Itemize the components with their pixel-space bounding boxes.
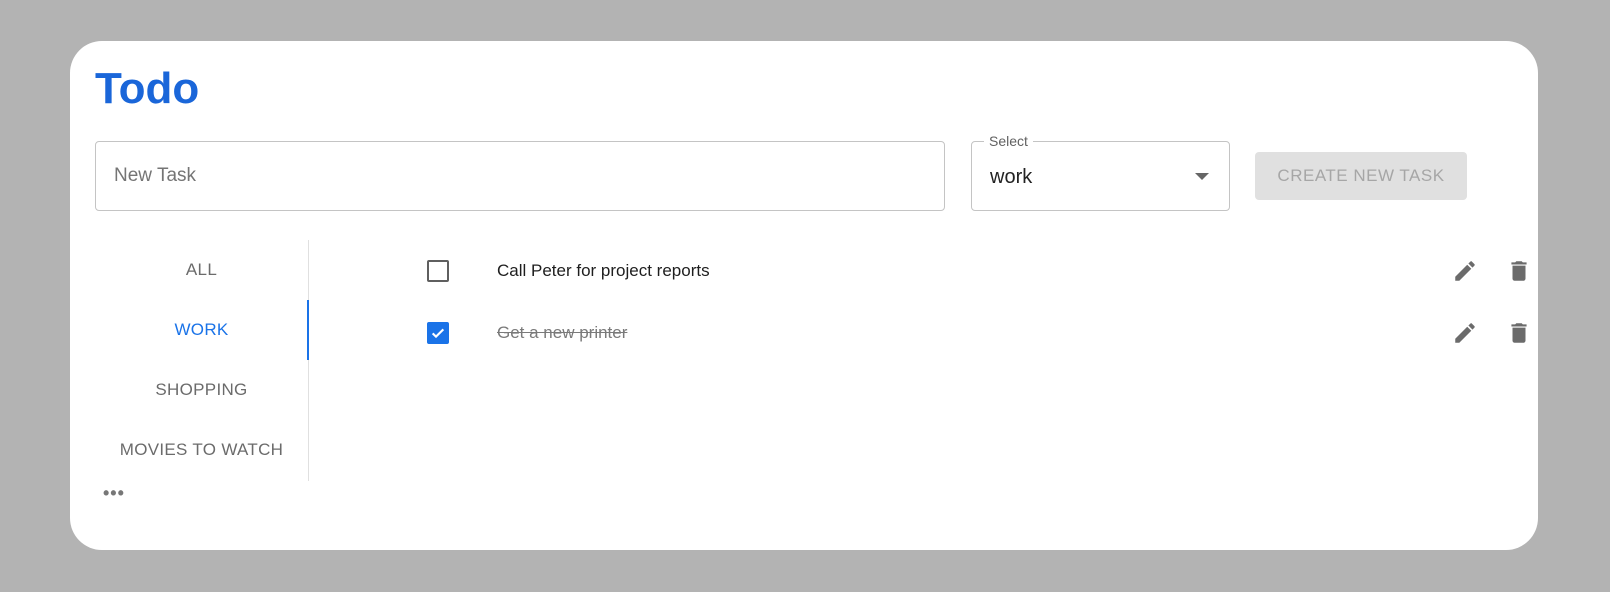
- edit-task-button[interactable]: [1451, 257, 1479, 285]
- select-label: Select: [984, 133, 1033, 149]
- trash-icon: [1511, 261, 1527, 281]
- page-title: Todo: [95, 64, 200, 113]
- caret-down-icon: [1195, 173, 1209, 180]
- tab-work[interactable]: WORK: [95, 300, 309, 360]
- tab-movies-to-watch[interactable]: MOVIES TO WATCH: [95, 420, 308, 480]
- new-task-field[interactable]: [95, 141, 945, 211]
- trash-icon: [1511, 323, 1527, 343]
- pencil-icon: [1455, 323, 1475, 343]
- todo-card: Todo Select work CREATE NEW TASK ALL WOR…: [70, 41, 1538, 550]
- task-text: Call Peter for project reports: [497, 261, 710, 280]
- create-task-button[interactable]: CREATE NEW TASK: [1255, 152, 1467, 200]
- check-icon: [431, 328, 445, 339]
- category-tabs: ALL WORK SHOPPING MOVIES TO WATCH: [95, 240, 309, 481]
- task-row: Call Peter for project reports: [310, 240, 1540, 302]
- delete-task-button[interactable]: [1505, 319, 1533, 347]
- checkbox-checked-icon[interactable]: [427, 322, 449, 344]
- task-text: Get a new printer: [497, 323, 628, 342]
- edit-task-button[interactable]: [1451, 319, 1479, 347]
- tab-shopping[interactable]: SHOPPING: [95, 360, 308, 420]
- task-row: Get a new printer: [310, 302, 1540, 364]
- category-select[interactable]: Select work: [971, 133, 1230, 211]
- more-tabs-button[interactable]: •••: [103, 484, 125, 502]
- select-value: work: [990, 166, 1033, 188]
- pencil-icon: [1455, 261, 1475, 281]
- delete-task-button[interactable]: [1505, 257, 1533, 285]
- checkbox-outline-icon[interactable]: [427, 260, 449, 282]
- tab-all[interactable]: ALL: [95, 240, 308, 300]
- new-task-input[interactable]: [112, 164, 928, 188]
